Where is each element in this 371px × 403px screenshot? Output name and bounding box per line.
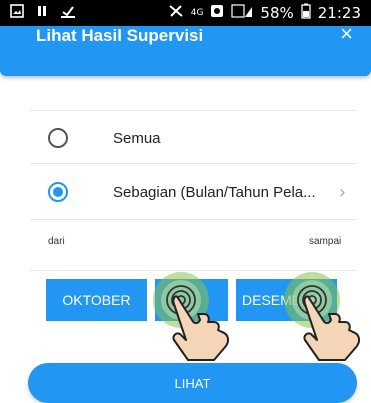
close-icon[interactable]: × (340, 23, 353, 45)
radio-all[interactable] (48, 128, 68, 148)
from-month-button[interactable]: OKTOBER (46, 279, 147, 321)
page-title: Lihat Hasil Supervisi (36, 26, 204, 45)
divider (30, 163, 356, 164)
divider (30, 219, 356, 220)
network-type: 4G (190, 8, 204, 18)
signal-icon (231, 4, 253, 22)
battery-percent: 58% (260, 4, 294, 22)
tap-gesture-icon (270, 270, 371, 370)
view-button[interactable]: LIHAT (28, 363, 357, 403)
status-right-icons: 4G 58% 21:23 (168, 3, 361, 23)
app-bar: Lihat Hasil Supervisi × (0, 23, 371, 76)
option-all[interactable]: Semua (30, 116, 356, 160)
tap-gesture-icon (148, 270, 258, 370)
battery-icon (301, 3, 311, 23)
clock: 21:23 (317, 4, 361, 22)
download-icon (60, 4, 76, 22)
mute-icon (168, 4, 184, 22)
option-partial-label: Sebagian (Bulan/Tahun Pela... (113, 183, 316, 201)
to-label: sampai (309, 236, 342, 247)
divider (30, 110, 356, 111)
option-partial[interactable]: Sebagian (Bulan/Tahun Pela... › (30, 170, 356, 214)
sim-icon (210, 4, 224, 22)
status-bar: 4G 58% 21:23 (0, 0, 371, 26)
radio-partial[interactable] (48, 182, 68, 202)
option-all-label: Semua (113, 129, 161, 147)
from-label: dari (48, 236, 65, 247)
chevron-right-icon: › (338, 181, 346, 203)
image-icon (10, 4, 24, 22)
pause-icon (36, 4, 48, 22)
status-left-icons (10, 4, 76, 22)
